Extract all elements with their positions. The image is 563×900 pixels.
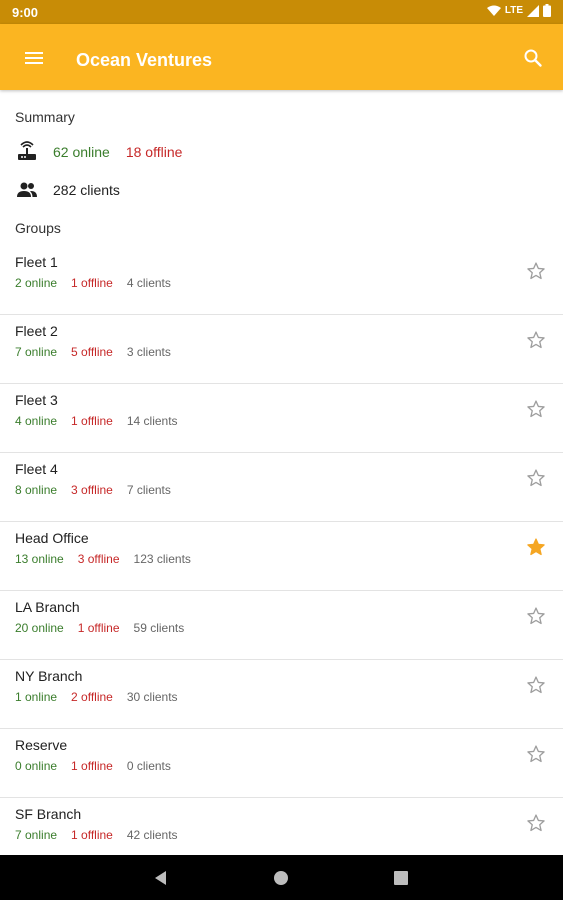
group-offline: 5 offline (71, 345, 113, 359)
star-icon[interactable] (526, 468, 546, 488)
group-stats: 7 online 5 offline 3 clients (15, 345, 185, 359)
star-icon[interactable] (526, 813, 546, 833)
group-stats: 0 online 1 offline 0 clients (15, 759, 185, 773)
group-online: 7 online (15, 345, 58, 359)
search-icon[interactable] (521, 46, 545, 70)
group-stats: 7 online 1 offline 42 clients (15, 828, 192, 842)
star-icon[interactable] (526, 330, 546, 350)
group-item[interactable]: Fleet 1 2 online 1 offline 4 clients (0, 246, 563, 315)
group-clients: 0 clients (126, 759, 171, 773)
group-offline: 2 offline (71, 690, 113, 704)
summary-clients: 282 clients (53, 182, 120, 198)
group-item[interactable]: Fleet 3 4 online 1 offline 14 clients (0, 384, 563, 453)
group-name: NY Branch (15, 668, 83, 684)
group-name: LA Branch (15, 599, 80, 615)
menu-icon[interactable] (22, 46, 46, 70)
summary-devices-row: 62 online 18 offline (15, 140, 182, 164)
group-item[interactable]: LA Branch 20 online 1 offline 59 clients (0, 591, 563, 660)
group-stats: 2 online 1 offline 4 clients (15, 276, 185, 290)
group-online: 20 online (15, 621, 64, 635)
signal-icon (527, 4, 539, 17)
group-clients: 4 clients (126, 276, 171, 290)
group-clients: 59 clients (133, 621, 185, 635)
group-offline: 1 offline (77, 621, 120, 635)
group-stats: 8 online 3 offline 7 clients (15, 483, 185, 497)
group-item[interactable]: Head Office 13 online 3 offline 123 clients (0, 522, 563, 591)
star-icon[interactable] (526, 399, 546, 419)
status-icons: LTE (486, 4, 551, 17)
group-offline: 1 offline (71, 828, 113, 842)
status-bar: 9:00 LTE (0, 0, 563, 24)
star-icon[interactable] (526, 261, 546, 281)
router-icon (18, 141, 36, 160)
app-title: Ocean Ventures (76, 50, 213, 70)
star-icon[interactable] (526, 744, 546, 764)
wifi-icon (486, 5, 501, 16)
battery-icon (543, 4, 551, 17)
group-name: Fleet 4 (15, 461, 58, 477)
summary-clients-row: 282 clients (15, 178, 120, 202)
recents-icon[interactable] (390, 867, 412, 889)
group-item[interactable]: Reserve 0 online 1 offline 0 clients (0, 729, 563, 798)
home-icon[interactable] (270, 867, 292, 889)
group-clients: 14 clients (126, 414, 178, 428)
group-clients: 30 clients (126, 690, 178, 704)
group-item[interactable]: Fleet 2 7 online 5 offline 3 clients (0, 315, 563, 384)
group-name: SF Branch (15, 806, 82, 822)
status-time: 9:00 (12, 5, 39, 20)
group-clients: 7 clients (126, 483, 171, 497)
group-online: 0 online (15, 759, 58, 773)
system-nav-bar (0, 855, 563, 900)
star-icon[interactable] (526, 675, 546, 695)
group-stats: 20 online 1 offline 59 clients (15, 621, 198, 635)
group-list: Fleet 1 2 online 1 offline 4 clients Fleet 2… (0, 246, 563, 855)
group-online: 13 online (15, 552, 64, 566)
group-clients: 3 clients (126, 345, 171, 359)
group-name: Fleet 3 (15, 392, 58, 408)
group-name: Fleet 1 (15, 254, 58, 270)
group-item[interactable]: NY Branch 1 online 2 offline 30 clients (0, 660, 563, 729)
groups-title: Groups (15, 220, 61, 236)
network-type: LTE (504, 5, 523, 16)
summary-offline: 18 offline (125, 144, 183, 160)
app-bar: Ocean Ventures (0, 24, 563, 90)
group-stats: 4 online 1 offline 14 clients (15, 414, 192, 428)
group-stats: 1 online 2 offline 30 clients (15, 690, 192, 704)
star-icon[interactable] (526, 606, 546, 626)
group-clients: 123 clients (133, 552, 191, 566)
group-name: Head Office (15, 530, 89, 546)
group-online: 8 online (15, 483, 58, 497)
group-clients: 42 clients (126, 828, 178, 842)
group-online: 1 online (15, 690, 58, 704)
group-item[interactable]: SF Branch 7 online 1 offline 42 clients (0, 798, 563, 855)
group-offline: 3 offline (71, 483, 113, 497)
group-item[interactable]: Fleet 4 8 online 3 offline 7 clients (0, 453, 563, 522)
group-online: 4 online (15, 414, 58, 428)
group-offline: 1 offline (71, 414, 113, 428)
group-stats: 13 online 3 offline 123 clients (15, 552, 205, 566)
back-icon[interactable] (150, 867, 172, 889)
summary-title: Summary (15, 109, 75, 125)
group-name: Fleet 2 (15, 323, 58, 339)
group-offline: 3 offline (77, 552, 120, 566)
star-icon[interactable] (526, 537, 546, 557)
main-content: Summary 62 online 18 offline 282 clients… (0, 90, 563, 855)
people-icon (17, 182, 37, 197)
group-offline: 1 offline (71, 759, 113, 773)
group-online: 2 online (15, 276, 58, 290)
summary-online: 62 online (53, 144, 110, 160)
group-offline: 1 offline (71, 276, 113, 290)
group-name: Reserve (15, 737, 68, 753)
group-online: 7 online (15, 828, 58, 842)
